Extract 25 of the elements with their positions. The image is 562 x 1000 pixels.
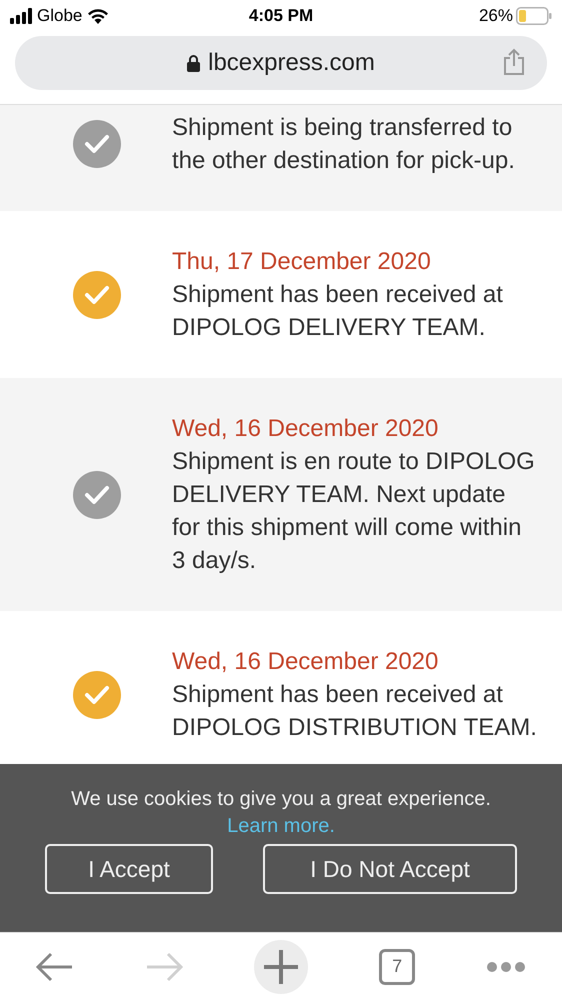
battery-icon [516,7,552,25]
wifi-icon [87,8,110,24]
carrier-name: Globe [37,6,82,26]
event-description: Shipment has been received at DIPOLOG DISTRIBUTION TEAM. [172,680,538,743]
event-description: Shipment has been received at DIPOLOG DELIVERY TEAM. [172,280,504,343]
signal-icon [10,8,32,24]
share-icon[interactable] [503,48,525,76]
cookie-button[interactable]: I Do Not Accept [263,844,517,894]
tabs-button[interactable]: 7 [379,948,416,984]
event-description: Shipment is being transferred to the other destination for pick-up. [172,113,516,176]
event-date: Thu, 17 December 2020 [172,247,432,277]
more-icon[interactable] [486,960,526,972]
url-text: lbcexpress.com [208,49,375,77]
lock-icon [187,54,200,72]
address-bar[interactable]: lbcexpress.com [15,36,547,90]
event-date: Wed, 16 December 2020 [172,414,440,444]
battery-percent: 26% [478,6,513,26]
cookie-button[interactable]: I Accept [45,844,213,894]
learn-more-link[interactable]: Learn more. [227,815,335,838]
event-date: Wed, 16 December 2020 [172,647,440,677]
back-icon[interactable] [36,952,74,982]
cookie-message: We use cookies to give you a great experience. [71,788,491,811]
new-tab-icon[interactable] [254,940,308,994]
clock-time: 4:05 PM [248,6,314,26]
event-description: Shipment is en route to DIPOLOG DELIVERY TEAM. Next update for this shipment will come within 3 day/s. [172,447,536,576]
